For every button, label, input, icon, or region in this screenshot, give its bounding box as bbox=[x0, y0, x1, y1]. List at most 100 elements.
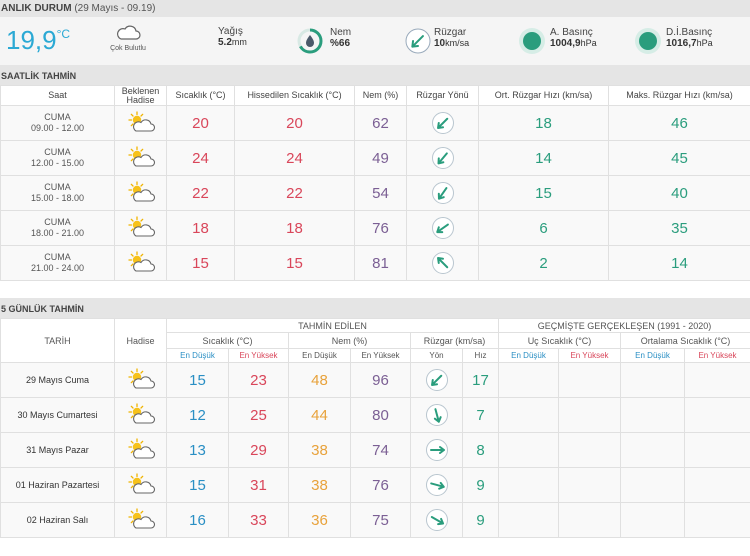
hourly-feels: 22 bbox=[234, 175, 355, 211]
hourly-humidity: 81 bbox=[354, 245, 407, 281]
daily-avg-low bbox=[620, 362, 685, 398]
header-hum-high: En Yüksek bbox=[350, 348, 411, 363]
humidity-metric: Nem %66 bbox=[330, 27, 351, 49]
hourly-humidity: 76 bbox=[354, 210, 407, 246]
daily-event bbox=[114, 397, 167, 433]
partly-cloudy-icon bbox=[127, 437, 155, 459]
wind-arrow-icon bbox=[431, 252, 454, 274]
hourly-time: CUMA 09.00 - 12.00 bbox=[0, 105, 115, 141]
header-temp: Sıcaklık (°C) bbox=[166, 332, 289, 349]
partly-cloudy-icon bbox=[127, 472, 155, 494]
daily-hum-low: 44 bbox=[288, 397, 351, 433]
daily-date: 01 Haziran Pazartesi bbox=[0, 467, 115, 503]
daily-wind-dir bbox=[410, 362, 463, 398]
hourly-wind-dir bbox=[406, 210, 479, 246]
header-ext-low: En Düşük bbox=[498, 348, 559, 363]
hourly-wind-avg: 18 bbox=[478, 105, 609, 141]
wind-arrow-icon bbox=[425, 404, 448, 426]
daily-event bbox=[114, 432, 167, 468]
rain-label: Yağış bbox=[218, 26, 243, 37]
header-temp-low: En Düşük bbox=[166, 348, 229, 363]
table-row: 01 Haziran Pazartesi 15 31 38 76 9 bbox=[0, 467, 750, 503]
daily-forecast-table: TARİH Hadise TAHMİN EDİLEN GEÇMİŞTE GERÇ… bbox=[0, 318, 750, 538]
daily-hum-high: 80 bbox=[350, 397, 411, 433]
hourly-wind-avg: 15 bbox=[478, 175, 609, 211]
pressure-metric: A. Basınç 1004,9hPa bbox=[550, 27, 597, 49]
table-row: CUMA 18.00 - 21.00 18 18 76 6 35 bbox=[0, 210, 750, 246]
daily-avg-high bbox=[684, 397, 750, 433]
table-row: CUMA 09.00 - 12.00 20 20 62 18 46 bbox=[0, 105, 750, 141]
daily-avg-high bbox=[684, 502, 750, 538]
humidity-value: %66 bbox=[330, 38, 351, 49]
header-wind-dir: Yön bbox=[410, 348, 463, 363]
header-time: Saat bbox=[0, 85, 115, 106]
sea-pressure-metric: D.İ.Basınç 1016,7hPa bbox=[666, 27, 713, 49]
daily-wind-dir bbox=[410, 432, 463, 468]
header-temp: Sıcaklık (°C) bbox=[166, 85, 235, 106]
wind-arrow-icon bbox=[431, 147, 454, 169]
header-date: TARİH bbox=[0, 318, 115, 363]
daily-event bbox=[114, 362, 167, 398]
header-history: GEÇMİŞTE GERÇEKLEŞEN (1991 - 2020) bbox=[498, 318, 750, 333]
hourly-wind-dir bbox=[406, 245, 479, 281]
daily-temp-high: 29 bbox=[228, 432, 289, 468]
daily-ext-high bbox=[558, 467, 621, 503]
wind-metric: Rüzgar 10km/sa bbox=[434, 27, 469, 49]
hourly-humidity: 54 bbox=[354, 175, 407, 211]
hourly-wind-max: 14 bbox=[608, 245, 750, 281]
cloud-icon bbox=[117, 25, 141, 40]
wind-label: Rüzgar bbox=[434, 27, 467, 38]
daily-temp-high: 31 bbox=[228, 467, 289, 503]
rain-value: 5.2mm bbox=[218, 37, 247, 48]
hourly-wind-max: 35 bbox=[608, 210, 750, 246]
hourly-humidity: 62 bbox=[354, 105, 407, 141]
table-row: CUMA 15.00 - 18.00 22 22 54 15 40 bbox=[0, 175, 750, 211]
hourly-wind-max: 46 bbox=[608, 105, 750, 141]
daily-wind-speed: 9 bbox=[462, 502, 499, 538]
wind-direction-icon bbox=[405, 28, 431, 54]
daily-ext-low bbox=[498, 397, 559, 433]
hourly-wind-dir bbox=[406, 140, 479, 176]
header-avg-temp: Ortalama Sıcaklık (°C) bbox=[620, 332, 750, 349]
sea-pressure-icon bbox=[635, 28, 661, 54]
daily-wind-speed: 9 bbox=[462, 467, 499, 503]
header-humidity: Nem (%) bbox=[288, 332, 411, 349]
table-row: 29 Mayıs Cuma 15 23 48 96 17 bbox=[0, 362, 750, 398]
wind-arrow-icon bbox=[425, 439, 448, 461]
humidity-label: Nem bbox=[330, 27, 352, 38]
table-row: CUMA 21.00 - 24.00 15 15 81 2 14 bbox=[0, 245, 750, 281]
daily-hum-high: 76 bbox=[350, 467, 411, 503]
header-event: Beklenen Hadise bbox=[114, 85, 167, 106]
current-panel: 19,9°C Çok Bulutlu Yağış 5.2mm Nem %66 R… bbox=[0, 17, 750, 65]
daily-hum-high: 74 bbox=[350, 432, 411, 468]
condition-label: Çok Bulutlu bbox=[110, 45, 146, 52]
daily-wind-speed: 7 bbox=[462, 397, 499, 433]
hourly-time: CUMA 15.00 - 18.00 bbox=[0, 175, 115, 211]
daily-wind-dir bbox=[410, 502, 463, 538]
hourly-wind-avg: 2 bbox=[478, 245, 609, 281]
hourly-temp: 20 bbox=[166, 105, 235, 141]
hourly-feels: 18 bbox=[234, 210, 355, 246]
hourly-time: CUMA 12.00 - 15.00 bbox=[0, 140, 115, 176]
header-avg-high: En Yüksek bbox=[684, 348, 750, 363]
daily-ext-high bbox=[558, 432, 621, 468]
header-hum-low: En Düşük bbox=[288, 348, 351, 363]
daily-avg-high bbox=[684, 432, 750, 468]
daily-date: 31 Mayıs Pazar bbox=[0, 432, 115, 468]
daily-temp-low: 15 bbox=[166, 362, 229, 398]
daily-hum-high: 75 bbox=[350, 502, 411, 538]
daily-wind-dir bbox=[410, 467, 463, 503]
hourly-time: CUMA 18.00 - 21.00 bbox=[0, 210, 115, 246]
hourly-wind-dir bbox=[406, 175, 479, 211]
daily-wind-dir bbox=[410, 397, 463, 433]
daily-avg-low bbox=[620, 432, 685, 468]
hourly-event bbox=[114, 210, 167, 246]
hourly-event bbox=[114, 175, 167, 211]
daily-event bbox=[114, 502, 167, 538]
hourly-temp: 18 bbox=[166, 210, 235, 246]
partly-cloudy-icon bbox=[127, 145, 155, 167]
daily-temp-low: 12 bbox=[166, 397, 229, 433]
hourly-wind-max: 40 bbox=[608, 175, 750, 211]
daily-ext-high bbox=[558, 362, 621, 398]
hourly-event bbox=[114, 105, 167, 141]
